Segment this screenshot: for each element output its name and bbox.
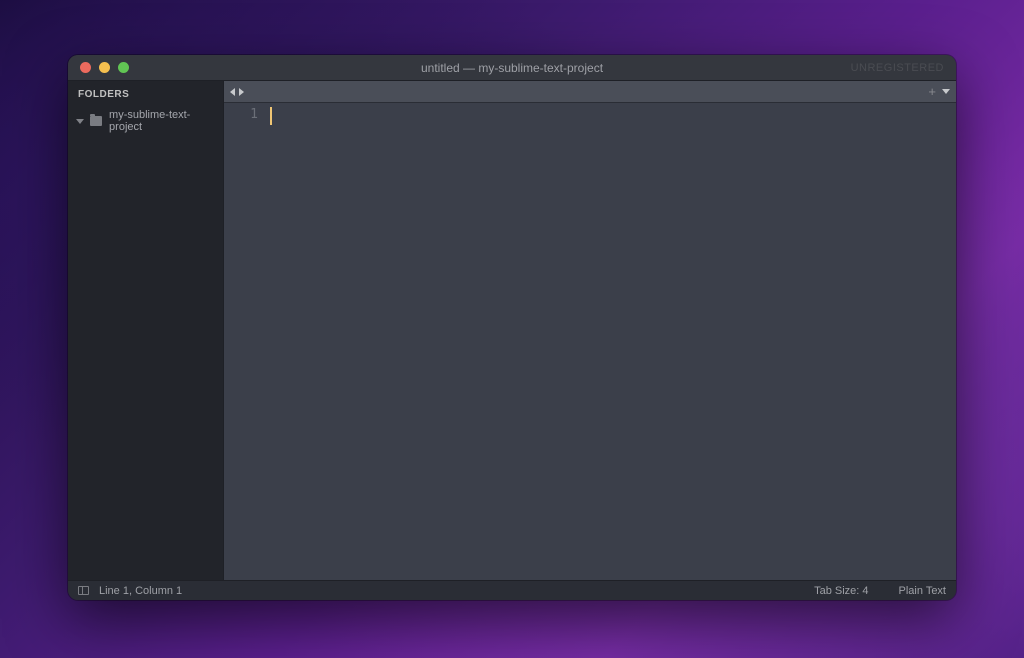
statusbar: Line 1, Column 1 Tab Size: 4 Plain Text [68,580,956,600]
nav-arrows [224,88,244,96]
nav-back-icon[interactable] [230,88,235,96]
traffic-lights [68,62,129,73]
disclosure-triangle-icon[interactable] [76,119,84,124]
editor-window: untitled — my-sublime-text-project UNREG… [68,55,956,600]
titlebar[interactable]: untitled — my-sublime-text-project UNREG… [68,55,956,81]
editor-area: + 1 [224,81,956,580]
close-button[interactable] [80,62,91,73]
new-tab-icon[interactable]: + [928,85,936,98]
line-number: 1 [224,107,258,122]
maximize-button[interactable] [118,62,129,73]
nav-forward-icon[interactable] [239,88,244,96]
tab-size-label[interactable]: Tab Size: 4 [814,585,868,597]
folder-label: my-sublime-text-project [109,109,215,133]
tab-dropdown-icon[interactable] [942,89,950,94]
window-title: untitled — my-sublime-text-project [421,61,603,75]
tab-bar: + [224,81,956,103]
panel-toggle-icon[interactable] [78,586,89,595]
cursor-position-label[interactable]: Line 1, Column 1 [99,585,182,597]
unregistered-label: UNREGISTERED [851,62,944,74]
syntax-label[interactable]: Plain Text [899,585,947,597]
tab-controls-right: + [928,85,950,98]
code-text-area[interactable] [268,103,956,580]
minimize-button[interactable] [99,62,110,73]
text-cursor [270,107,272,125]
sidebar-folder-item[interactable]: my-sublime-text-project [68,106,223,136]
status-right: Tab Size: 4 Plain Text [814,585,946,597]
window-body: FOLDERS my-sublime-text-project + [68,81,956,580]
sidebar: FOLDERS my-sublime-text-project [68,81,224,580]
folder-icon [90,116,102,126]
editor-content[interactable]: 1 [224,103,956,580]
line-number-gutter: 1 [224,103,268,580]
sidebar-header-folders: FOLDERS [68,81,223,106]
status-left: Line 1, Column 1 [78,585,182,597]
